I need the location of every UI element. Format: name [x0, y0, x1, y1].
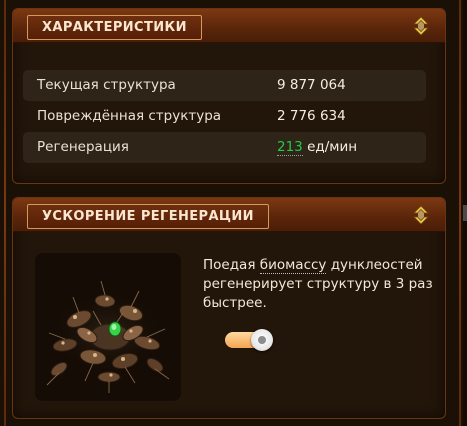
regen-boost-toggle[interactable] — [225, 329, 277, 351]
scrollbar[interactable] — [463, 0, 467, 426]
regen-rate-unit: ед/мин — [302, 139, 358, 155]
stat-row-regeneration: Регенерация 213 ед/мин — [23, 132, 426, 163]
stat-row-current-structure: Текущая структура 9 877 064 — [23, 70, 426, 101]
description-text: Поедая — [203, 257, 260, 273]
regen-boost-panel: УСКОРЕНИЕ РЕГЕНЕРАЦИИ Поедая биомассу ду… — [12, 197, 446, 419]
regen-boost-description: Поедая биомассу дунклеостей регенерирует… — [203, 256, 443, 313]
toggle-knob[interactable] — [251, 329, 273, 351]
creature-swarm-image — [46, 280, 170, 393]
stat-label: Повреждённая структура — [37, 108, 222, 124]
creature-image — [35, 253, 181, 401]
regen-boost-header[interactable]: УСКОРЕНИЕ РЕГЕНЕРАЦИИ — [13, 198, 445, 232]
stat-value: 2 776 634 — [277, 108, 346, 124]
stat-label: Текущая структура — [37, 77, 176, 93]
chevron-collapse-icon[interactable] — [409, 203, 433, 227]
stat-value: 213 ед/мин — [277, 132, 357, 163]
frame-border-right — [459, 0, 461, 426]
regen-rate-value[interactable]: 213 — [277, 139, 303, 156]
regen-boost-title: УСКОРЕНИЕ РЕГЕНЕРАЦИИ — [27, 204, 269, 229]
frame-border-left — [4, 0, 6, 426]
chevron-collapse-icon[interactable] — [409, 14, 433, 38]
stats-list: Текущая структура 9 877 064 Повреждённая… — [23, 70, 426, 163]
stat-row-damaged-structure: Повреждённая структура 2 776 634 — [23, 101, 426, 132]
characteristics-header[interactable]: ХАРАКТЕРИСТИКИ — [13, 9, 445, 43]
stat-value: 9 877 064 — [277, 77, 346, 93]
scrollbar-thumb[interactable] — [463, 205, 467, 221]
biomass-link[interactable]: биомассу — [259, 257, 327, 274]
stat-label: Регенерация — [37, 139, 129, 155]
characteristics-title: ХАРАКТЕРИСТИКИ — [27, 15, 202, 40]
